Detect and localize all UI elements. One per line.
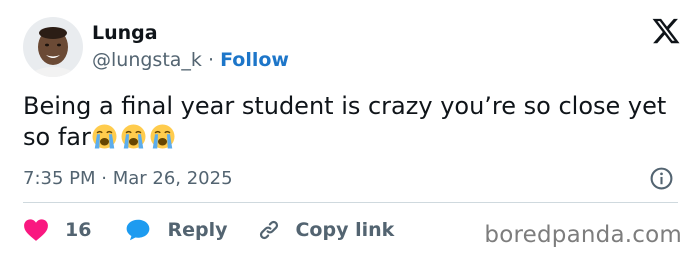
avatar[interactable] — [23, 17, 83, 77]
like-button[interactable]: 16 — [23, 218, 125, 242]
reply-button[interactable]: Reply — [125, 218, 257, 242]
info-icon[interactable] — [649, 166, 674, 191]
action-bar: 16 Reply Copy link — [23, 215, 394, 245]
divider — [23, 202, 678, 203]
link-icon — [257, 218, 281, 242]
author-handle[interactable]: @lungsta_k — [92, 49, 202, 71]
like-count: 16 — [65, 219, 92, 241]
follow-button[interactable]: Follow — [220, 49, 289, 71]
tweet-timestamp[interactable]: 7:35 PM · Mar 26, 2025 — [23, 167, 233, 191]
loudly-crying-face-icon — [91, 123, 118, 150]
watermark: boredpanda.com — [484, 222, 682, 248]
loudly-crying-face-icon — [120, 123, 147, 150]
speech-bubble-icon — [125, 218, 151, 242]
loudly-crying-face-icon — [149, 123, 176, 150]
x-logo-icon[interactable] — [651, 16, 681, 46]
copy-link-label: Copy link — [295, 219, 395, 241]
author-meta: @lungsta_k · Follow — [92, 48, 289, 72]
separator-dot: · — [207, 49, 215, 71]
copy-link-button[interactable]: Copy link — [257, 218, 394, 242]
reply-label: Reply — [167, 219, 228, 241]
emoji-row — [91, 123, 178, 151]
author-name[interactable]: Lunga — [92, 21, 158, 45]
heart-icon — [23, 218, 49, 242]
tweet-text: Being a final year student is crazy you’… — [23, 91, 673, 153]
tweet-card: Lunga @lungsta_k · Follow Being a final … — [0, 0, 700, 256]
